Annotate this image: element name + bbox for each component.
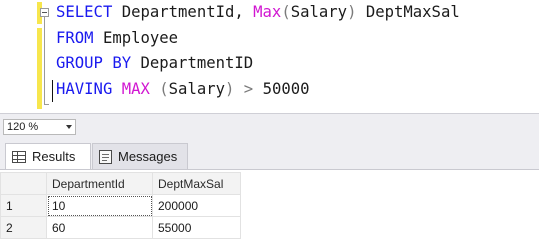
- text-caret: [52, 80, 53, 102]
- code-token: ): [225, 79, 235, 98]
- sql-code[interactable]: SELECT DepartmentId, Max(Salary) DeptMax…: [56, 0, 460, 102]
- code-token: GROUP BY: [56, 54, 141, 72]
- code-token: FROM: [56, 28, 103, 47]
- code-token: DeptMaxSal: [356, 3, 460, 21]
- grid-header-row: DepartmentId DeptMaxSal: [0, 172, 241, 195]
- grid-cell[interactable]: 55000: [152, 216, 241, 239]
- editor-gutter: [0, 0, 37, 113]
- code-line[interactable]: SELECT DepartmentId, Max(Salary) DeptMax…: [56, 0, 460, 26]
- grid-corner[interactable]: [0, 172, 47, 195]
- tab-results-label: Results: [32, 149, 76, 164]
- table-row[interactable]: 1 10 200000: [0, 194, 241, 217]
- code-token: Salary: [290, 3, 348, 21]
- row-number[interactable]: 1: [0, 194, 47, 217]
- zoom-dropdown[interactable]: 120 %: [3, 119, 76, 135]
- change-marker: [37, 28, 42, 109]
- column-header[interactable]: DeptMaxSal: [152, 172, 241, 195]
- grid-icon: [12, 150, 26, 163]
- outline-fold-end: [44, 104, 49, 105]
- code-line[interactable]: HAVING MAX (Salary) > 50000: [56, 77, 460, 103]
- results-grid-area: DepartmentId DeptMaxSal 1 10 200000 2 60…: [0, 169, 539, 248]
- code-token: 50000: [262, 79, 310, 98]
- query-editor[interactable]: SELECT DepartmentId, Max(Salary) DeptMax…: [0, 0, 539, 113]
- grid-cell[interactable]: 10: [46, 194, 153, 217]
- tab-results[interactable]: Results: [5, 143, 91, 169]
- code-line[interactable]: FROM Employee: [56, 26, 460, 52]
- horizontal-scrollbar[interactable]: [80, 119, 536, 135]
- code-token: (: [149, 79, 169, 98]
- outline-fold-line: [44, 17, 45, 105]
- collapse-toggle-icon[interactable]: [40, 8, 49, 17]
- code-token: Salary: [168, 79, 226, 98]
- results-grid: DepartmentId DeptMaxSal 1 10 200000 2 60…: [0, 172, 241, 239]
- code-token: MAX: [121, 79, 150, 98]
- grid-cell[interactable]: 60: [46, 216, 153, 239]
- messages-icon: [99, 149, 112, 164]
- code-token: DepartmentID: [140, 54, 254, 72]
- editor-status-bar: 120 %: [0, 113, 539, 139]
- zoom-value: 120 %: [7, 121, 39, 133]
- row-number[interactable]: 2: [0, 216, 47, 239]
- code-token: SELECT: [56, 3, 122, 21]
- code-line[interactable]: GROUP BY DepartmentID: [56, 51, 460, 77]
- code-token: (: [281, 3, 291, 21]
- code-token: Employee: [102, 28, 179, 47]
- code-token: Max: [253, 3, 282, 21]
- column-header[interactable]: DepartmentId: [46, 172, 153, 195]
- grid-cell[interactable]: 200000: [152, 194, 241, 217]
- results-tab-strip: Results Messages: [0, 139, 539, 169]
- code-token: DepartmentId,: [121, 3, 254, 21]
- table-row[interactable]: 2 60 55000: [0, 216, 241, 239]
- code-token: HAVING: [56, 79, 122, 98]
- tab-messages-label: Messages: [118, 149, 178, 164]
- chevron-down-icon[interactable]: [66, 125, 72, 129]
- code-token: >: [234, 79, 263, 98]
- tab-messages[interactable]: Messages: [92, 143, 188, 169]
